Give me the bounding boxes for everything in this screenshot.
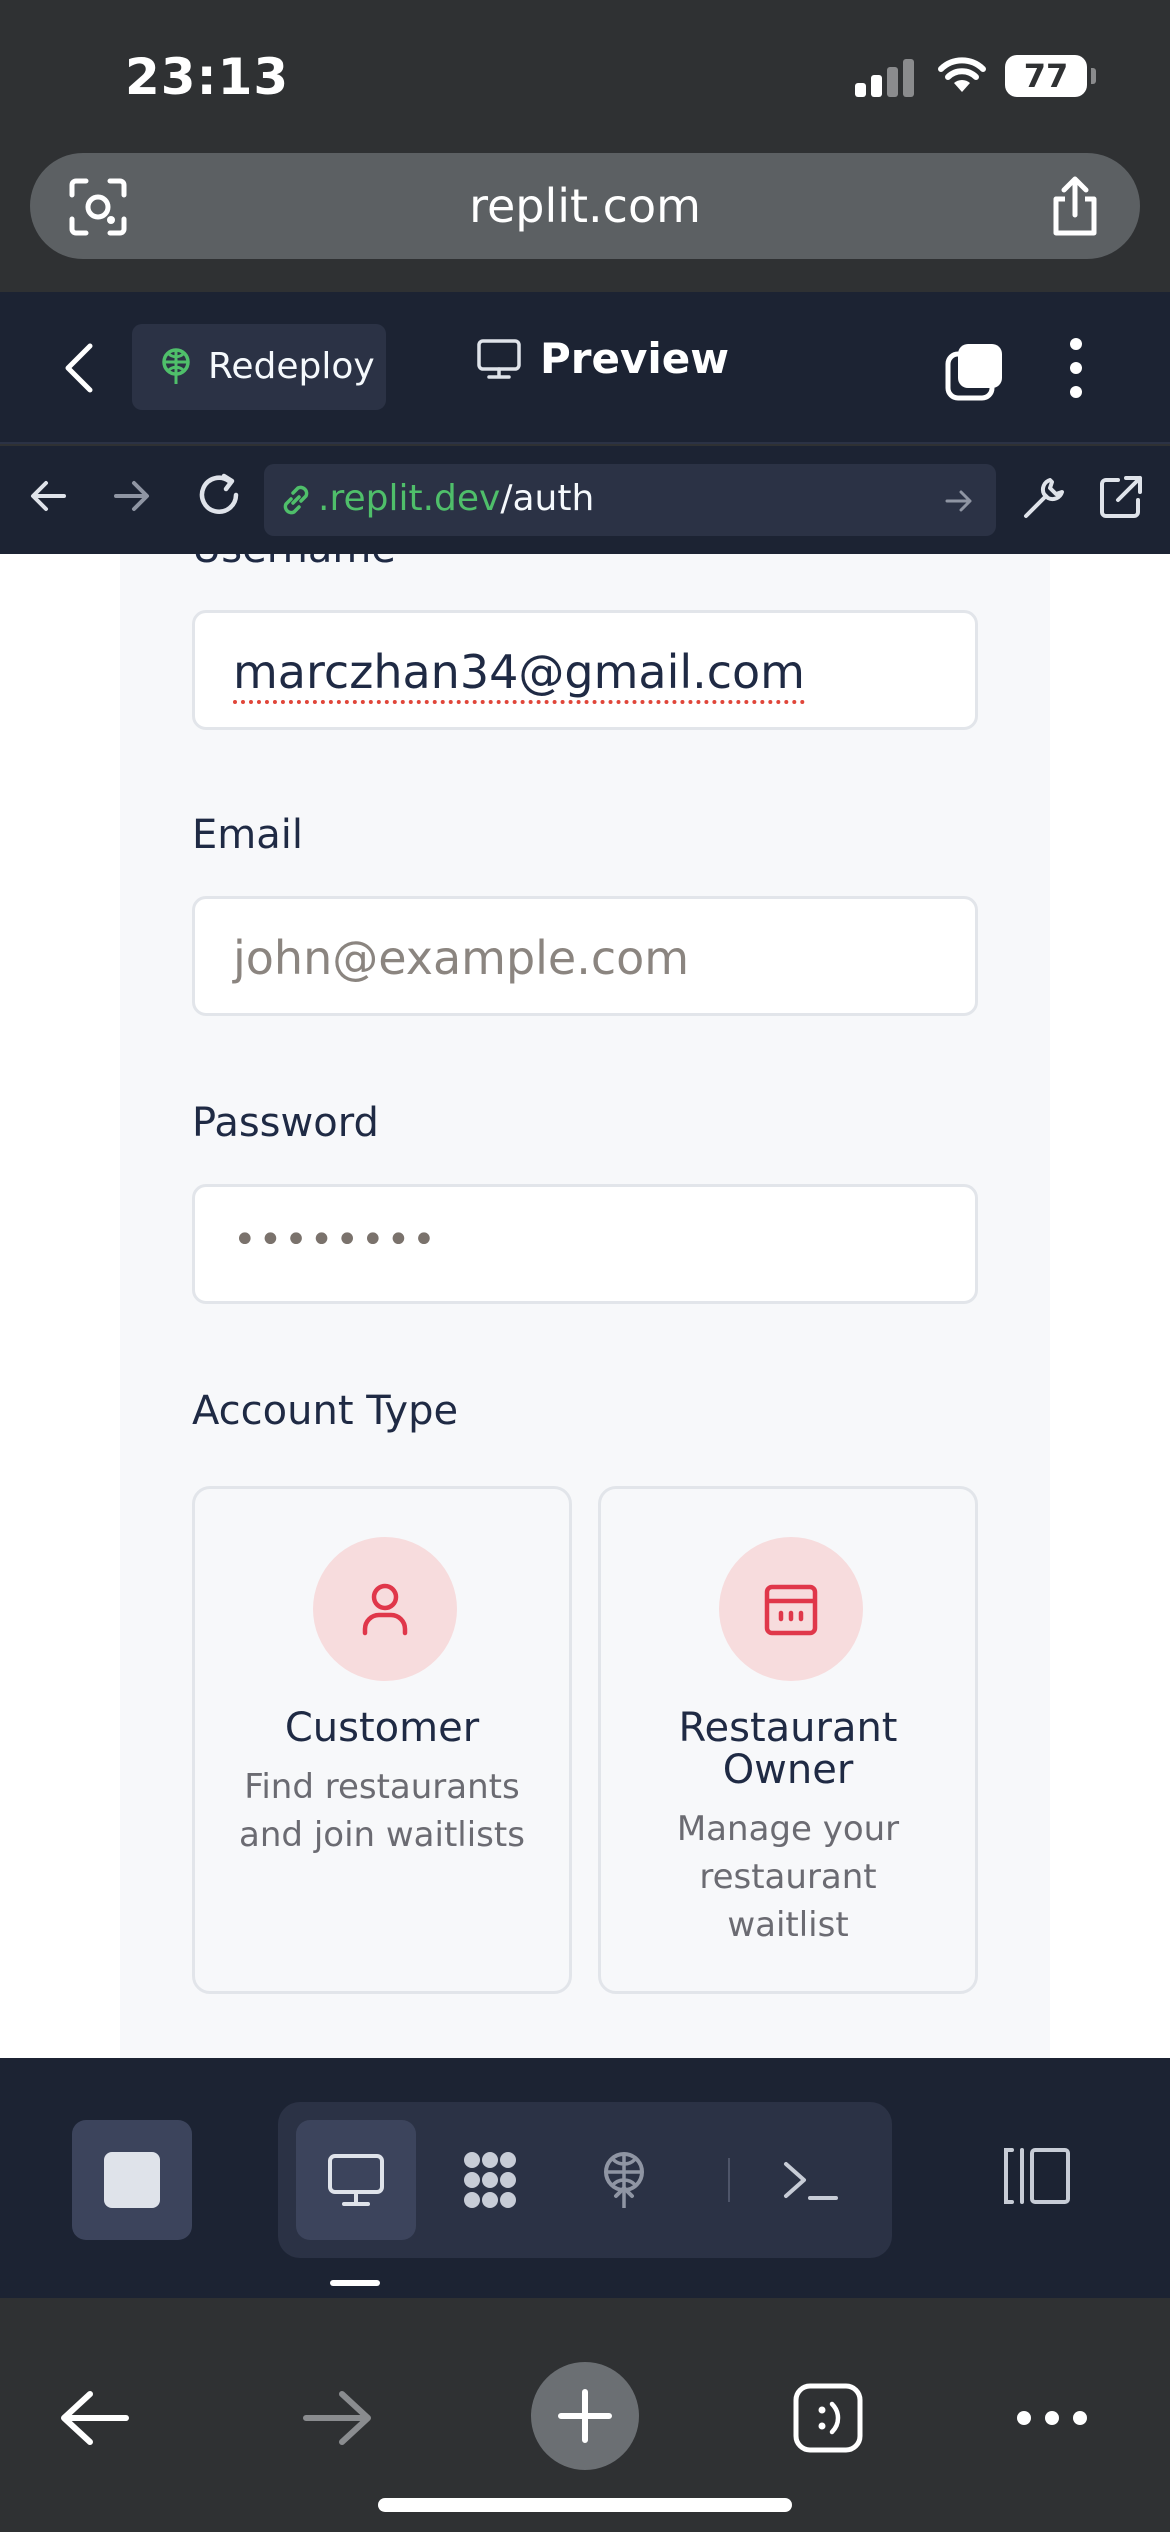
deploy-icon: [162, 348, 190, 384]
tab-indicator: [330, 2280, 380, 2286]
terminal-icon: [784, 2162, 838, 2200]
devtools-wrench-icon[interactable]: [1020, 474, 1068, 522]
safari-forward-icon[interactable]: [302, 2388, 374, 2448]
go-arrow-icon[interactable]: [944, 486, 974, 516]
account-option-customer[interactable]: Customer Find restaurants and join waitl…: [192, 1486, 572, 1994]
safari-back-icon[interactable]: [58, 2388, 130, 2448]
safari-address-bar[interactable]: replit.com: [30, 153, 1140, 259]
calendar-store-icon: [764, 1584, 818, 1636]
url-host: .replit.dev: [318, 478, 501, 519]
status-time: 23:13: [125, 48, 290, 106]
plus-icon: [558, 2389, 612, 2443]
monitor-icon: [328, 2154, 384, 2206]
email-label: Email: [192, 812, 303, 858]
panel-layout-icon[interactable]: [1000, 2146, 1072, 2206]
preview-url-field[interactable]: .replit.dev/auth: [264, 464, 996, 536]
home-indicator: [378, 2498, 792, 2512]
password-input[interactable]: ••••••••: [192, 1184, 978, 1304]
owner-desc-line-3: waitlist: [727, 1905, 849, 1945]
customer-icon-circle: [313, 1537, 457, 1681]
safari-domain: replit.com: [469, 179, 701, 233]
owner-icon-circle: [719, 1537, 863, 1681]
redeploy-label: Redeploy: [208, 346, 375, 387]
owner-title-line-1: Restaurant: [678, 1705, 898, 1751]
url-text: .replit.dev/auth: [318, 478, 594, 519]
preview-nav-bar: .replit.dev/auth: [0, 446, 1170, 554]
email-placeholder: john@example.com: [233, 931, 690, 985]
customer-title: Customer: [284, 1705, 480, 1751]
more-vertical-icon[interactable]: [1064, 336, 1088, 400]
password-value: ••••••••: [233, 1217, 438, 1263]
wifi-icon: [938, 57, 986, 92]
tool-switcher: [278, 2102, 892, 2258]
deploy-tool-button[interactable]: [564, 2120, 684, 2240]
deploy-icon: [604, 2152, 644, 2208]
user-icon: [362, 1583, 408, 1636]
username-input[interactable]: marczhan34@gmail.com: [192, 610, 978, 730]
apps-tool-button[interactable]: [430, 2120, 550, 2240]
replit-header: Redeploy Preview: [0, 292, 1170, 444]
cellular-signal-icon: [855, 57, 915, 97]
new-tab-button[interactable]: [531, 2362, 639, 2470]
preview-label: Preview: [540, 334, 730, 383]
url-path: /auth: [500, 478, 595, 519]
battery-indicator: 77: [1005, 55, 1087, 97]
preview-tool-button[interactable]: [296, 2120, 416, 2240]
username-value: marczhan34@gmail.com: [233, 645, 805, 699]
stop-icon: [104, 2152, 160, 2208]
open-external-icon[interactable]: [1098, 474, 1144, 520]
account-option-restaurant-owner[interactable]: Restaurant Owner Manage your restaurant …: [598, 1486, 978, 1994]
monitor-icon: [477, 339, 521, 379]
owner-desc-line-2: restaurant: [699, 1857, 877, 1897]
owner-title-line-2: Owner: [722, 1747, 854, 1793]
customer-desc-line-2: and join waitlists: [239, 1815, 525, 1855]
grid-dots-icon: [464, 2152, 516, 2208]
safari-bottom-toolbar: [0, 2298, 1170, 2532]
status-bar: 23:13 77: [0, 0, 1170, 150]
account-type-label: Account Type: [192, 1388, 459, 1434]
password-label: Password: [192, 1100, 379, 1146]
replit-bottom-toolbar: [0, 2058, 1170, 2298]
owner-desc-line-1: Manage your: [676, 1809, 900, 1849]
tabs-switcher-icon[interactable]: [944, 342, 1004, 402]
reload-icon[interactable]: [196, 472, 242, 518]
signup-card: Username marczhan34@gmail.com Email john…: [120, 554, 1050, 2058]
back-chevron-icon[interactable]: [62, 342, 96, 394]
tool-separator: [728, 2158, 730, 2202]
nav-forward-icon[interactable]: [112, 476, 152, 516]
redeploy-button[interactable]: Redeploy: [132, 324, 386, 410]
customer-desc-line-1: Find restaurants: [244, 1767, 520, 1807]
web-content: Username marczhan34@gmail.com Email john…: [0, 554, 1170, 2058]
username-label: Username: [192, 554, 396, 572]
shell-tool-button[interactable]: [750, 2120, 870, 2240]
email-input[interactable]: john@example.com: [192, 896, 978, 1016]
link-icon: [283, 485, 309, 515]
stop-button[interactable]: [72, 2120, 192, 2240]
nav-back-icon[interactable]: [28, 476, 68, 516]
share-icon[interactable]: [1048, 175, 1102, 237]
battery-tip: [1091, 68, 1096, 84]
more-horizontal-icon[interactable]: [1016, 2406, 1088, 2430]
tabs-overview-icon[interactable]: [792, 2382, 864, 2454]
